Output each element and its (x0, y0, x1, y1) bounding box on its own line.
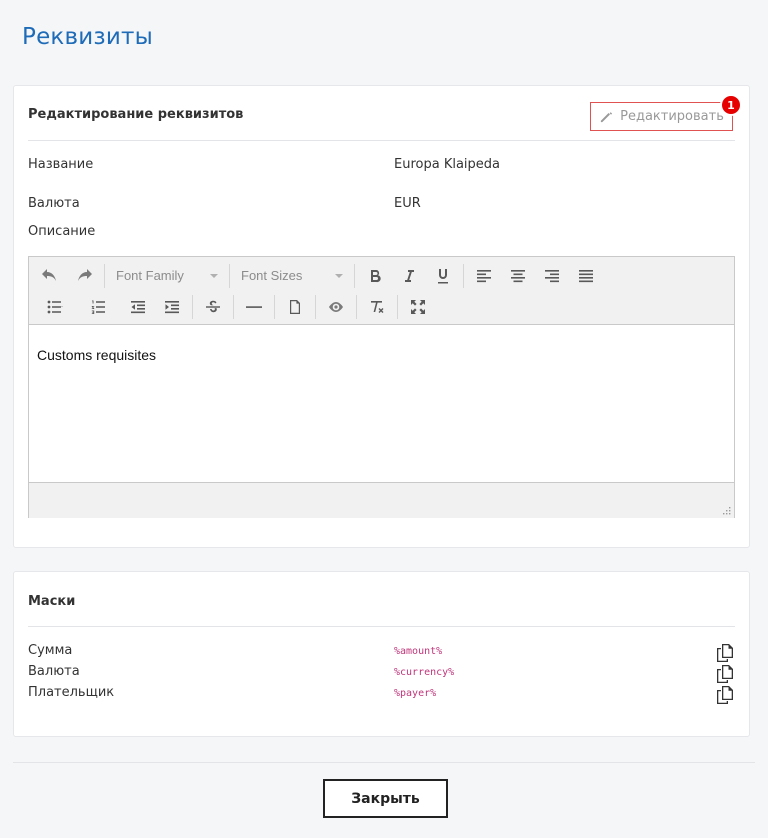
strikethrough-button[interactable] (196, 293, 230, 321)
field-value-name: Europa Klaipeda (394, 157, 500, 172)
numbered-list-button[interactable] (77, 293, 121, 321)
eye-icon (329, 301, 343, 312)
notification-badge: 1 (720, 94, 742, 116)
mask-label-payer: Плательщик (28, 685, 115, 700)
indent-icon (165, 300, 179, 313)
toolbar-separator (354, 263, 355, 288)
toolbar-separator (229, 263, 230, 288)
mask-label-amount: Сумма (28, 643, 73, 658)
chevron-down-icon (335, 273, 343, 278)
clear-formatting-icon (371, 300, 384, 313)
pencil-icon (601, 112, 613, 123)
editor-statusbar (29, 482, 734, 518)
masks-card: Маски Сумма %amount% Валюта %currency% П… (13, 571, 750, 737)
mask-code-payer: %payer% (394, 688, 437, 699)
italic-button[interactable] (392, 262, 426, 290)
underline-icon (438, 268, 448, 283)
copy-icon[interactable] (716, 664, 734, 684)
redo-icon (78, 268, 92, 281)
underline-button[interactable] (426, 262, 460, 290)
align-center-icon (511, 269, 525, 282)
toolbar-separator (274, 294, 275, 319)
strikethrough-icon (206, 300, 220, 312)
copy-icon[interactable] (716, 685, 734, 705)
align-center-button[interactable] (501, 262, 535, 290)
font-sizes-select[interactable]: Font Sizes (233, 262, 351, 290)
new-document-button[interactable] (278, 293, 312, 321)
outdent-button[interactable] (121, 293, 155, 321)
align-right-icon (545, 269, 559, 282)
align-left-button[interactable] (467, 262, 501, 290)
toolbar-separator (463, 263, 464, 288)
mask-code-currency: %currency% (394, 667, 455, 678)
undo-button[interactable] (33, 262, 67, 290)
preview-button[interactable] (319, 293, 353, 321)
align-right-button[interactable] (535, 262, 569, 290)
toolbar-separator (397, 294, 398, 319)
toolbar-separator (315, 294, 316, 319)
edit-button[interactable]: Редактировать 1 (590, 94, 742, 131)
close-button[interactable]: Закрыть (323, 779, 448, 818)
align-left-icon (477, 269, 491, 282)
editor-toolbar: Font Family Font Sizes (29, 257, 734, 325)
requisites-card-title: Редактирование реквизитов (28, 107, 244, 122)
requisites-card: Редактирование реквизитов Редактировать … (13, 85, 750, 548)
horizontal-rule-icon (246, 305, 262, 308)
italic-icon (405, 269, 414, 282)
mask-label-currency: Валюта (28, 664, 80, 679)
toolbar-separator (233, 294, 234, 319)
chevron-down-icon (210, 273, 218, 278)
field-label-name: Название (28, 157, 94, 172)
description-label: Описание (28, 224, 96, 239)
footer-divider (13, 762, 755, 763)
font-family-select-label: Font Family (116, 268, 184, 283)
align-justify-icon (579, 269, 593, 282)
editor-content[interactable]: Customs requisites (29, 325, 734, 482)
masks-card-header: Маски (28, 572, 735, 627)
copy-icon[interactable] (716, 643, 734, 663)
bullet-list-button[interactable] (33, 293, 77, 321)
fullscreen-button[interactable] (401, 293, 435, 321)
clear-formatting-button[interactable] (360, 293, 394, 321)
undo-icon (42, 268, 56, 281)
bold-icon (371, 269, 381, 282)
toolbar-separator (192, 294, 193, 319)
rich-text-editor: Font Family Font Sizes Customs requisite… (28, 256, 735, 518)
new-document-icon (290, 299, 300, 314)
field-label-currency: Валюта (28, 196, 80, 211)
horizontal-rule-button[interactable] (237, 293, 271, 321)
masks-card-title: Маски (28, 594, 76, 609)
edit-button-label: Редактировать (620, 109, 724, 124)
toolbar-separator (104, 263, 105, 288)
toolbar-separator (356, 294, 357, 319)
field-value-currency: EUR (394, 196, 421, 211)
numbered-list-icon (91, 300, 105, 314)
mask-code-amount: %amount% (394, 646, 443, 657)
redo-button[interactable] (67, 262, 101, 290)
font-sizes-select-label: Font Sizes (241, 268, 303, 283)
fullscreen-icon (411, 299, 425, 314)
align-justify-button[interactable] (569, 262, 603, 290)
indent-button[interactable] (155, 293, 189, 321)
outdent-icon (131, 300, 145, 313)
requisites-card-header: Редактирование реквизитов Редактировать … (28, 86, 742, 141)
bold-button[interactable] (358, 262, 392, 290)
resize-handle-icon[interactable] (721, 505, 731, 515)
font-family-select[interactable]: Font Family (108, 262, 226, 290)
bullet-list-icon (47, 300, 63, 313)
page-title: Реквизиты (22, 24, 153, 50)
